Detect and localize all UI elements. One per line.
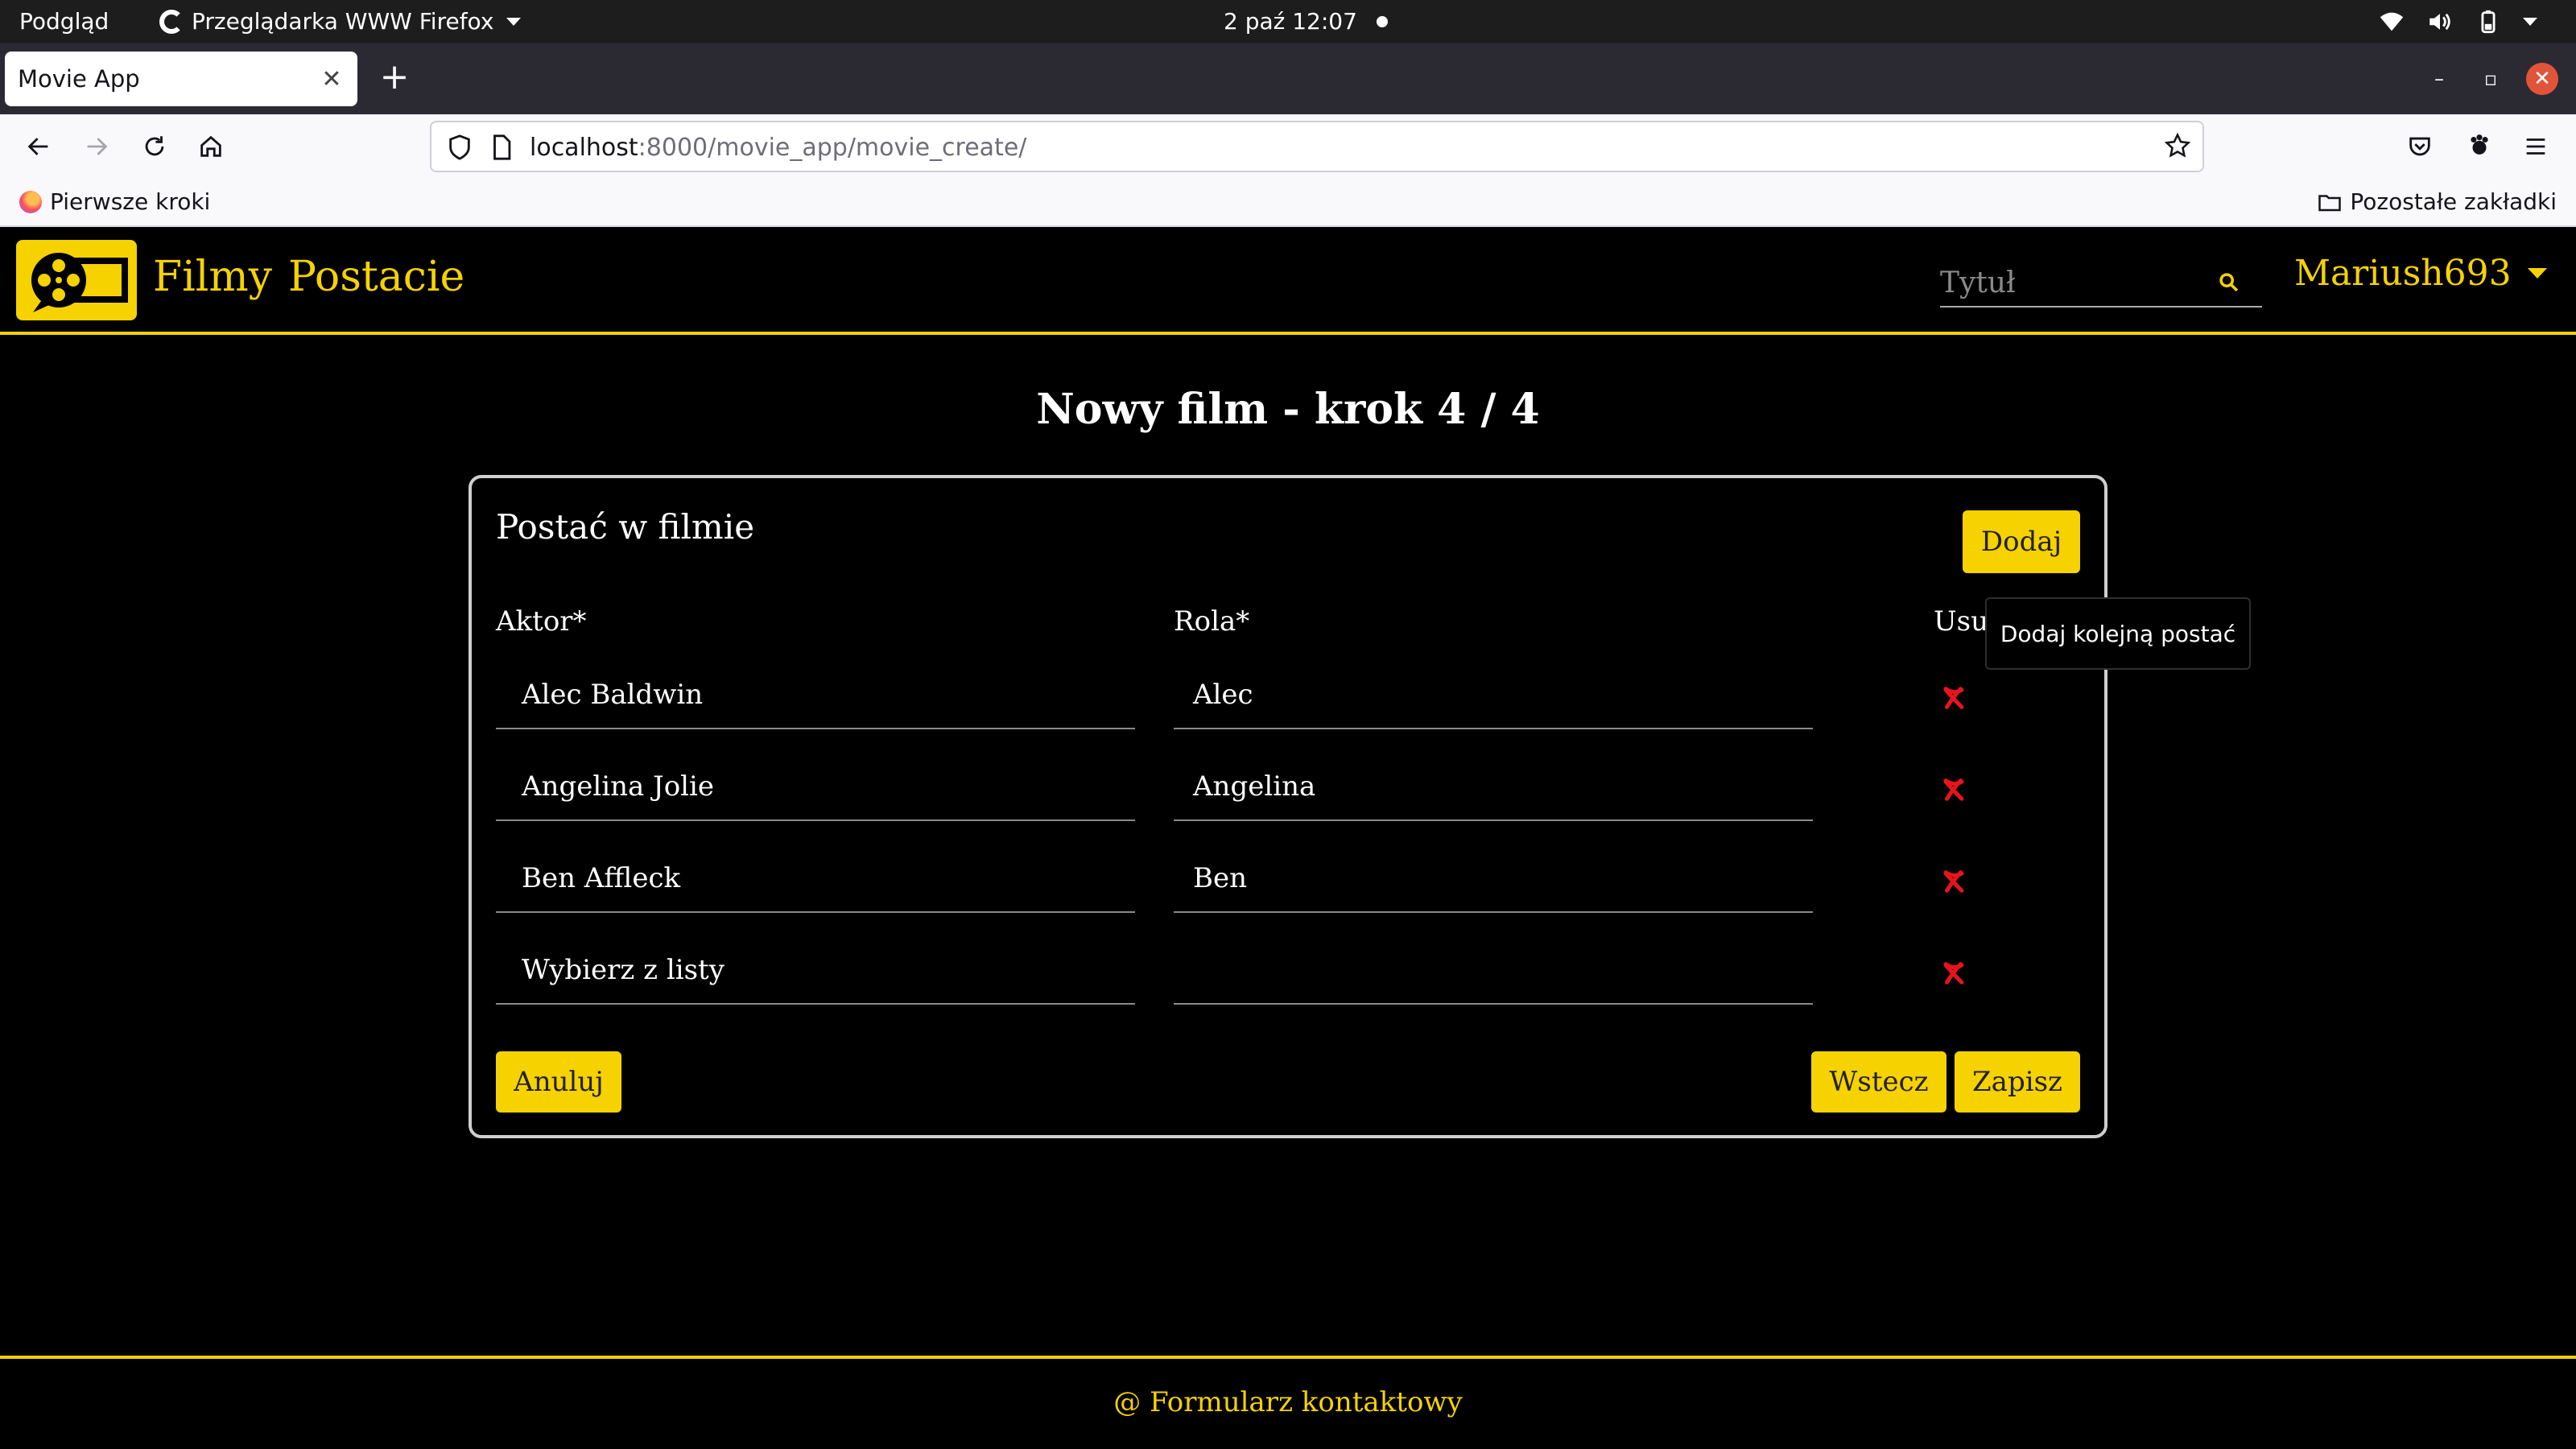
- arrow-right-icon: [87, 138, 108, 155]
- actor-column-header: Aktor*: [496, 605, 587, 638]
- system-menu-chevron-icon: [2523, 18, 2537, 26]
- browser-tab[interactable]: Movie App ✕: [5, 52, 357, 106]
- system-tray[interactable]: [2378, 8, 2537, 35]
- bookmark-star-icon[interactable]: [2164, 132, 2191, 159]
- remove-icon[interactable]: [1940, 776, 1967, 803]
- search-box: [1940, 261, 2262, 308]
- nav-characters-link[interactable]: Postacie: [288, 253, 464, 301]
- user-menu[interactable]: Mariush693: [2294, 253, 2547, 294]
- bookmark-getting-started[interactable]: Pierwsze kroki: [19, 188, 210, 215]
- contact-form-link[interactable]: @ Formularz kontaktowy: [0, 1386, 2576, 1418]
- save-button[interactable]: Zapisz: [1955, 1051, 2080, 1113]
- reload-button[interactable]: [134, 126, 175, 167]
- search-input[interactable]: [1940, 261, 2214, 304]
- cancel-button[interactable]: Anuluj: [496, 1051, 621, 1113]
- home-button[interactable]: [190, 126, 232, 167]
- remove-icon[interactable]: [1940, 868, 1967, 895]
- actor-select[interactable]: Angelina Jolie: [496, 752, 1135, 821]
- username: Mariush693: [2294, 253, 2512, 294]
- shield-icon[interactable]: [446, 134, 473, 161]
- actor-select[interactable]: Alec Baldwin: [496, 660, 1135, 729]
- bookmarks-bar: Pierwsze kroki Pozostałe zakładki: [0, 180, 2576, 227]
- pocket-icon: [2409, 137, 2430, 156]
- home-icon: [200, 135, 221, 157]
- role-input[interactable]: Ben: [1174, 844, 1813, 913]
- activities-button[interactable]: Podgląd: [19, 8, 109, 35]
- firefox-icon: [159, 9, 184, 34]
- tab-title: Movie App: [18, 65, 140, 93]
- pocket-button[interactable]: [2399, 126, 2441, 167]
- close-window-button[interactable]: ✕: [2526, 63, 2558, 95]
- extension-icon: [2471, 134, 2488, 155]
- url-text[interactable]: localhost:8000/movie_app/movie_create/: [530, 134, 1026, 162]
- wifi-icon: [2380, 12, 2404, 31]
- add-character-button[interactable]: Dodaj: [1963, 510, 2080, 573]
- site-header: Filmy Postacie Mariush693: [0, 227, 2576, 335]
- add-tooltip: Dodaj kolejną postać: [1985, 597, 2251, 670]
- tab-strip: Movie App ✕ + – ▫ ✕: [0, 43, 2576, 114]
- arrow-left-icon: [27, 138, 48, 155]
- chevron-down-icon: [2527, 268, 2547, 279]
- nav-films-link[interactable]: Filmy: [153, 253, 272, 301]
- back-nav-button[interactable]: [18, 126, 60, 167]
- clock[interactable]: 2 paź 12:07: [1224, 8, 1388, 35]
- battery-icon: [2481, 10, 2496, 34]
- role-input[interactable]: Alec: [1174, 660, 1813, 729]
- bookmark-label: Pierwsze kroki: [50, 188, 211, 215]
- os-top-bar: Podgląd Przeglądarka WWW Firefox 2 paź 1…: [0, 0, 2576, 43]
- page-info-icon[interactable]: [488, 134, 515, 161]
- remove-icon[interactable]: [1940, 960, 1967, 987]
- page-title: Nowy film - krok 4 / 4: [1036, 385, 1540, 434]
- url-bar[interactable]: localhost:8000/movie_app/movie_create/: [430, 121, 2204, 172]
- actor-select[interactable]: Ben Affleck: [496, 844, 1135, 913]
- bookmark-other[interactable]: Pozostałe zakładki: [2318, 188, 2557, 215]
- site-logo[interactable]: [16, 240, 137, 320]
- clock-label: 2 paź 12:07: [1224, 8, 1357, 35]
- hamburger-menu-icon: [2526, 138, 2545, 155]
- film-reel-icon: [31, 253, 128, 312]
- app-menu-label: Przeglądarka WWW Firefox: [192, 8, 494, 35]
- app-menu[interactable]: Przeglądarka WWW Firefox: [159, 8, 522, 35]
- notification-dot-icon: [1376, 15, 1388, 27]
- search-icon[interactable]: [2215, 269, 2243, 296]
- new-tab-button[interactable]: +: [377, 56, 412, 101]
- card-title: Postać w filmie: [496, 507, 755, 547]
- remove-icon[interactable]: [1940, 684, 1967, 712]
- url-path: :8000/movie_app/movie_create/: [638, 134, 1027, 162]
- navigation-bar: localhost:8000/movie_app/movie_create/: [0, 114, 2576, 180]
- actor-select[interactable]: Wybierz z listy: [496, 935, 1135, 1005]
- folder-icon: [2318, 194, 2342, 211]
- tab-close-icon[interactable]: ✕: [319, 65, 345, 93]
- chevron-down-icon: [506, 17, 522, 26]
- firefox-bookmark-icon: [19, 190, 42, 213]
- role-column-header: Rola*: [1174, 605, 1250, 638]
- forward-nav-button[interactable]: [76, 126, 118, 167]
- app-menu-button[interactable]: [2515, 126, 2557, 167]
- volume-icon: [2429, 13, 2450, 31]
- back-button[interactable]: Wstecz: [1811, 1051, 1946, 1113]
- maximize-button[interactable]: ▫: [2475, 63, 2507, 95]
- minimize-button[interactable]: –: [2423, 63, 2455, 95]
- character-form-card: Postać w filmie Dodaj Aktor* Rola* Usuń …: [469, 475, 2107, 1138]
- url-host: localhost: [530, 134, 638, 162]
- reload-icon: [145, 136, 164, 156]
- footer-divider: [0, 1356, 2576, 1359]
- role-input[interactable]: Angelina: [1174, 752, 1813, 821]
- role-input[interactable]: [1174, 935, 1813, 1005]
- extension-button[interactable]: [2458, 126, 2500, 167]
- bookmark-other-label: Pozostałe zakładki: [2350, 188, 2557, 215]
